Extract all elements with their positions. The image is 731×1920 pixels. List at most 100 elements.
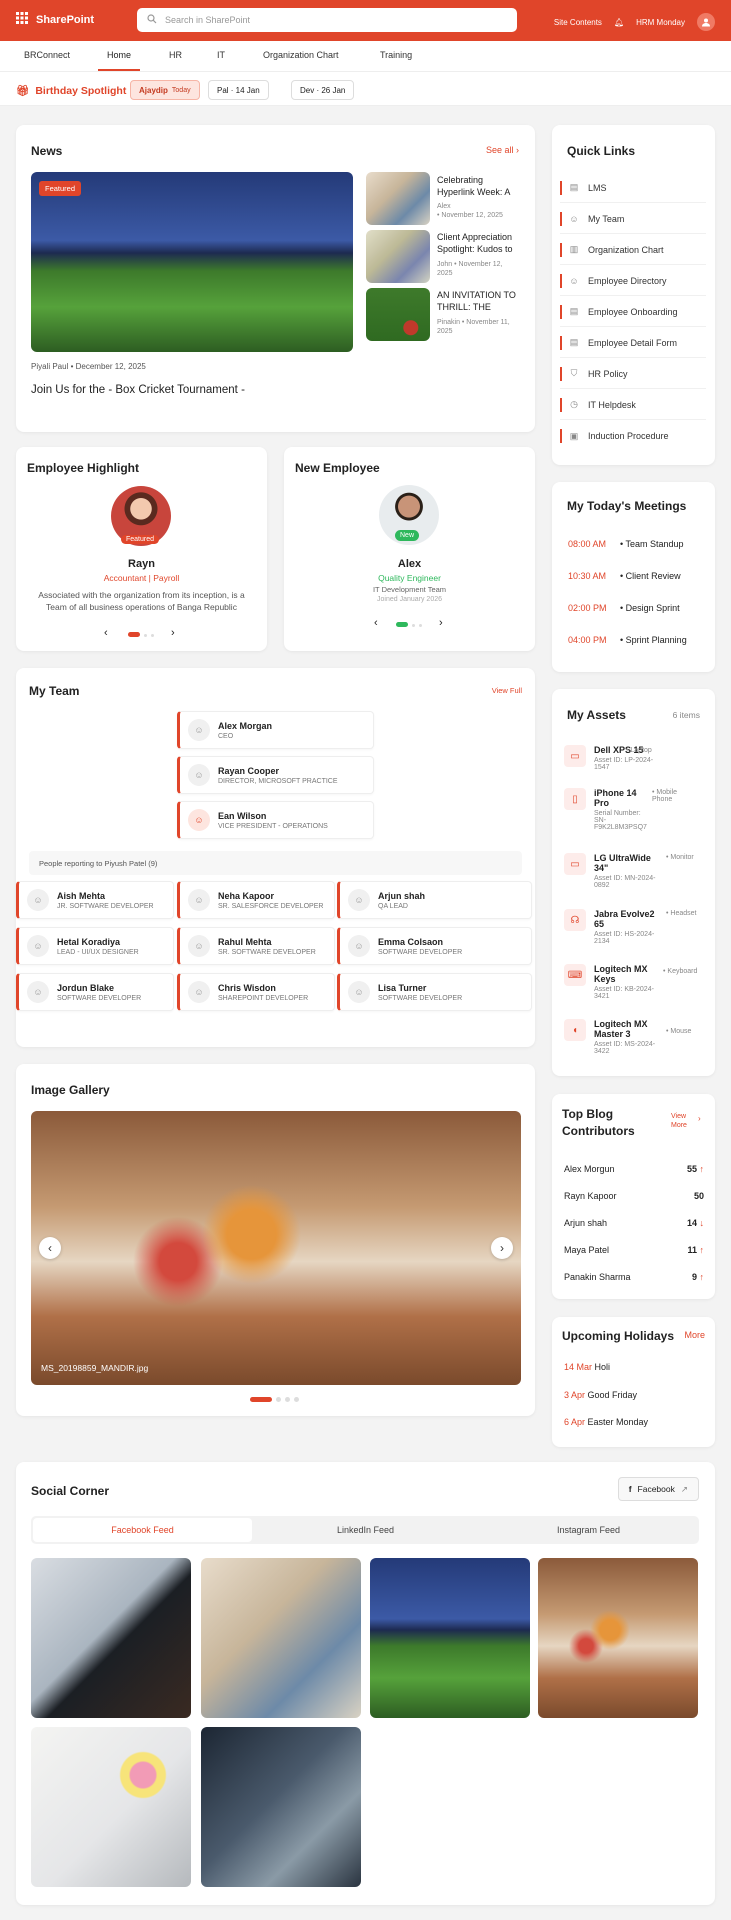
- quick-link-induction-procedure[interactable]: ▣ Induction Procedure: [560, 421, 706, 451]
- news-main-image[interactable]: Featured: [31, 172, 353, 352]
- blog-contributor[interactable]: Panakin Sharma 9 ↑: [564, 1272, 704, 1282]
- quick-link-it-helpdesk[interactable]: ◷ IT Helpdesk: [560, 390, 706, 420]
- chevron-right-icon: ›: [516, 145, 519, 155]
- chevron-left-icon[interactable]: ‹: [104, 627, 108, 639]
- org-chain-person[interactable]: ☺ Rayan Cooper DIRECTOR, MICROSOFT PRACTIC…: [177, 756, 374, 794]
- document-icon: ▤: [569, 182, 579, 192]
- gallery-prev-chevron-left-icon[interactable]: ‹: [39, 1237, 61, 1259]
- report-person[interactable]: ☺ Lisa Turner SOFTWARE DEVELOPER: [337, 973, 532, 1011]
- asset-item[interactable]: ▭ LG UltraWide 34" Asset ID: MN-2024-0892 •…: [564, 853, 699, 889]
- report-person[interactable]: ☺ Arjun shah QA LEAD: [337, 881, 532, 919]
- report-person[interactable]: ☺ Chris Wisdon SHAREPOINT DEVELOPER: [177, 973, 335, 1011]
- asset-name: Jabra Evolve2 65: [594, 909, 655, 929]
- news-headline[interactable]: Join Us for the - Box Cricket Tournament…: [31, 384, 245, 396]
- carousel-dot[interactable]: [250, 1397, 272, 1402]
- news-side-title[interactable]: Client Appreciation Spotlight: Kudos to: [437, 231, 519, 255]
- blog-view-more-link[interactable]: View More: [671, 1112, 699, 1130]
- report-person[interactable]: ☺ Rahul Mehta SR. SOFTWARE DEVELOPER: [177, 927, 335, 965]
- report-person[interactable]: ☺ Neha Kapoor SR. SALESFORCE DEVELOPER: [177, 881, 335, 919]
- asset-item[interactable]: ◖ Logitech MX Master 3 Asset ID: MS-2024-3…: [564, 1019, 699, 1055]
- nav-item-hr[interactable]: HR: [169, 50, 182, 60]
- report-person[interactable]: ☺ Emma Colsaon SOFTWARE DEVELOPER: [337, 927, 532, 965]
- quick-link-lms[interactable]: ▤ LMS: [560, 173, 706, 203]
- blog-contributor[interactable]: Rayn Kapoor 50: [564, 1191, 704, 1201]
- chevron-right-icon[interactable]: ›: [439, 617, 443, 629]
- social-post-image[interactable]: [201, 1558, 361, 1718]
- asset-item[interactable]: ☊ Jabra Evolve2 65 Asset ID: HS-2024-2134 •…: [564, 909, 699, 945]
- quick-link-hr-policy[interactable]: ⛉ HR Policy: [560, 359, 706, 389]
- asset-item[interactable]: ▭ Dell XPS 15 Asset ID: LP-2024-1547 • Lapt…: [564, 745, 699, 771]
- meeting-item[interactable]: 04:00 PM • Sprint Planning: [568, 635, 687, 645]
- asset-item[interactable]: ⌨ Logitech MX Keys Asset ID: KB-2024-3421 •…: [564, 964, 699, 1000]
- carousel-dot[interactable]: [294, 1397, 299, 1402]
- notification-bell-icon[interactable]: 🔔︎: [614, 18, 624, 27]
- brand[interactable]: SharePoint: [16, 12, 94, 27]
- quick-link-employee-directory[interactable]: ☺ Employee Directory: [560, 266, 706, 296]
- chevron-right-icon[interactable]: ›: [698, 1114, 701, 1123]
- asset-item[interactable]: ▯ iPhone 14 Pro Serial Number: SN-F9K2L8M3…: [564, 788, 699, 831]
- report-person[interactable]: ☺ Aish Mehta JR. SOFTWARE DEVELOPER: [16, 881, 174, 919]
- user-avatar[interactable]: [697, 13, 715, 31]
- carousel-dot[interactable]: [396, 622, 408, 627]
- view-full-link[interactable]: View Full: [492, 686, 522, 695]
- holiday-date: 14 Mar: [564, 1362, 593, 1372]
- meeting-item[interactable]: 02:00 PM • Design Sprint: [568, 603, 680, 613]
- tab-linkedin-feed[interactable]: LinkedIn Feed: [256, 1518, 475, 1542]
- social-post-image[interactable]: [538, 1558, 698, 1718]
- report-person[interactable]: ☺ Hetal Koradiya LEAD - UI/UX DESIGNER: [16, 927, 174, 965]
- blog-contributor[interactable]: Maya Patel 11 ↑: [564, 1245, 704, 1255]
- site-contents-link[interactable]: Site Contents: [554, 18, 602, 27]
- birthday-chip[interactable]: Dev · 26 Jan: [291, 80, 355, 100]
- carousel-dot[interactable]: [285, 1397, 290, 1402]
- quick-link-organization-chart[interactable]: ▥ Organization Chart: [560, 235, 706, 265]
- blog-contributor[interactable]: Alex Morgun 55 ↑: [564, 1164, 704, 1174]
- carousel-dot[interactable]: [144, 634, 147, 637]
- nav-item-brconnect[interactable]: BRConnect: [24, 50, 70, 60]
- birthday-chip[interactable]: Pal · 14 Jan: [208, 80, 269, 100]
- quick-link-my-team[interactable]: ☺ My Team: [560, 204, 706, 234]
- carousel-dot[interactable]: [151, 634, 154, 637]
- meeting-item[interactable]: 08:00 AM • Team Standup: [568, 539, 684, 549]
- news-see-all-link[interactable]: See all ›: [486, 145, 519, 155]
- user-name[interactable]: HRM Monday: [636, 18, 685, 27]
- nav-item-home[interactable]: Home: [107, 50, 131, 60]
- app-launcher-icon[interactable]: [16, 12, 28, 27]
- org-chain-person[interactable]: ☺ Ean Wilson VICE PRESIDENT - OPERATIONS: [177, 801, 374, 839]
- social-post-image[interactable]: [31, 1558, 191, 1718]
- chevron-right-icon[interactable]: ›: [171, 627, 175, 639]
- nav-item-it[interactable]: IT: [217, 50, 225, 60]
- search-input[interactable]: Search in SharePoint: [137, 8, 517, 32]
- person-name: Aish Mehta: [57, 890, 106, 901]
- social-post-image[interactable]: [31, 1727, 191, 1887]
- news-thumb-2[interactable]: [366, 230, 430, 283]
- news-thumb-1[interactable]: [366, 172, 430, 225]
- social-post-image[interactable]: [370, 1558, 530, 1718]
- meeting-item[interactable]: 10:30 AM • Client Review: [568, 571, 681, 581]
- report-person[interactable]: ☺ Jordun Blake SOFTWARE DEVELOPER: [16, 973, 174, 1011]
- social-post-image[interactable]: [201, 1727, 361, 1887]
- news-thumb-3[interactable]: [366, 288, 430, 341]
- chevron-left-icon[interactable]: ‹: [374, 617, 378, 629]
- holidays-more-link[interactable]: More: [684, 1330, 705, 1340]
- nav-item-training[interactable]: Training: [380, 50, 412, 60]
- gallery-image[interactable]: ‹ › MS_20198859_MANDIR.jpg: [31, 1111, 521, 1385]
- birthday-chip-today[interactable]: Ajaydip Today: [130, 80, 200, 100]
- quick-link-accent: [560, 367, 562, 381]
- person-role: QA LEAD: [378, 902, 408, 910]
- blog-contributor[interactable]: Arjun shah 14 ↓: [564, 1218, 704, 1228]
- quick-link-employee-onboarding[interactable]: ▤ Employee Onboarding: [560, 297, 706, 327]
- carousel-dot[interactable]: [419, 624, 422, 627]
- org-chain-person[interactable]: ☺ Alex Morgan CEO: [177, 711, 374, 749]
- tab-facebook-feed[interactable]: Facebook Feed: [33, 1518, 252, 1542]
- news-side-title[interactable]: AN INVITATION TO THRILL: THE: [437, 289, 519, 313]
- my-assets-title: My Assets: [567, 708, 626, 722]
- carousel-dot[interactable]: [128, 632, 140, 637]
- news-side-title[interactable]: Celebrating Hyperlink Week: A: [437, 174, 519, 198]
- gallery-next-chevron-right-icon[interactable]: ›: [491, 1237, 513, 1259]
- facebook-button[interactable]: f Facebook ↗: [617, 1477, 699, 1501]
- carousel-dot[interactable]: [412, 624, 415, 627]
- tab-instagram-feed[interactable]: Instagram Feed: [479, 1518, 698, 1542]
- quick-link-employee-detail-form[interactable]: ▤ Employee Detail Form: [560, 328, 706, 358]
- carousel-dot[interactable]: [276, 1397, 281, 1402]
- nav-item-organization-chart[interactable]: Organization Chart: [263, 50, 339, 60]
